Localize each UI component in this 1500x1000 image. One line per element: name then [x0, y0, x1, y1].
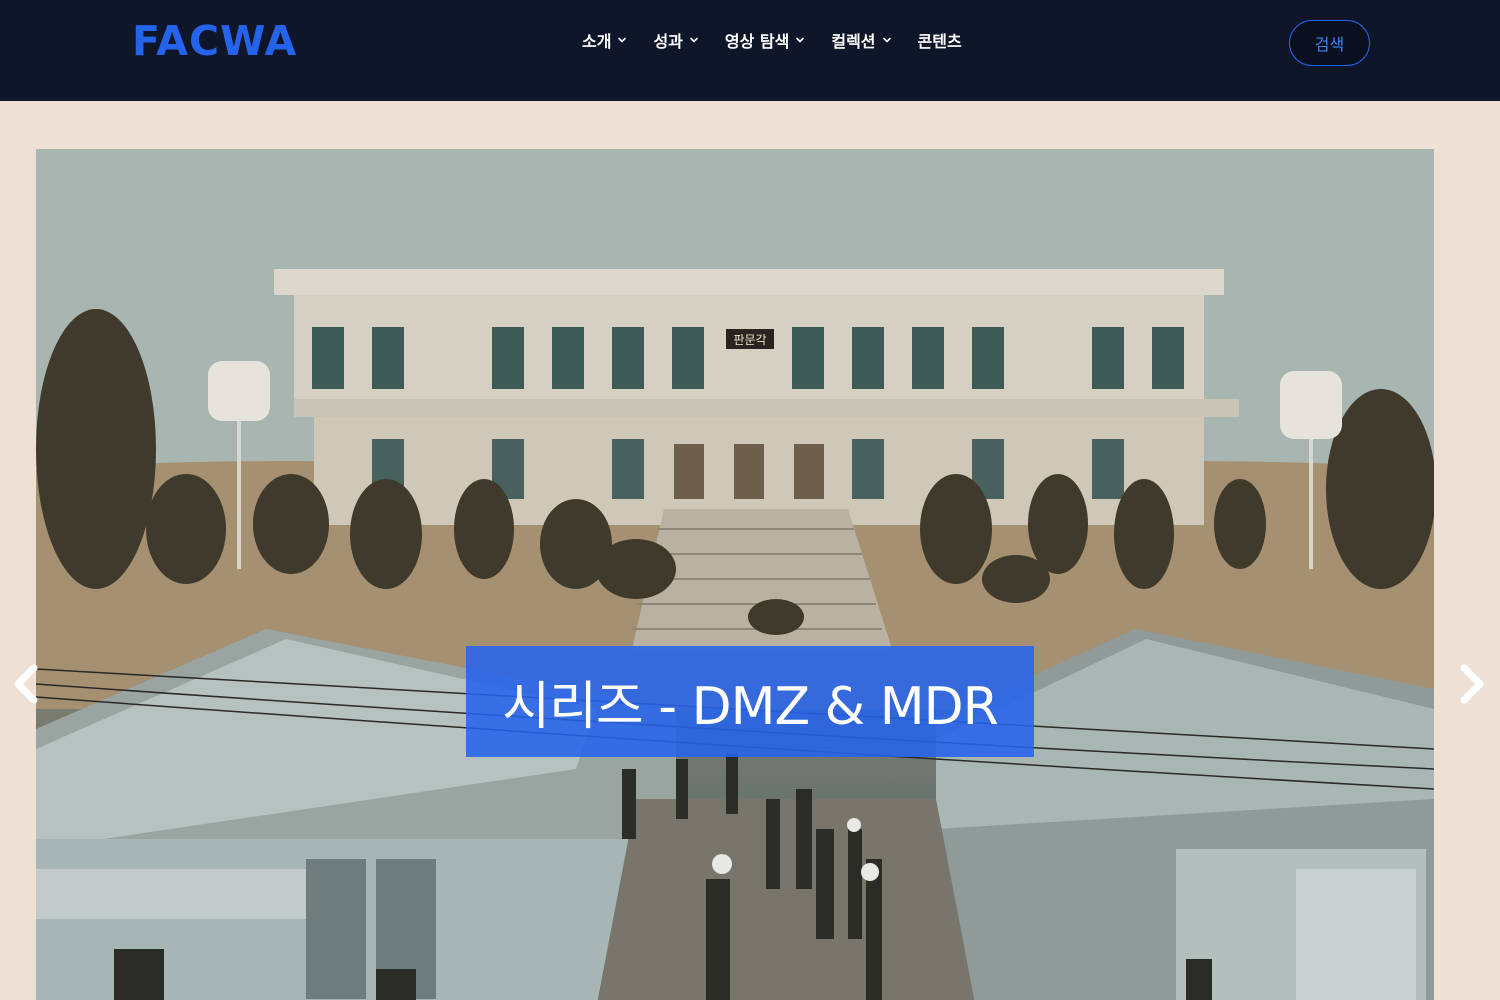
slide-caption[interactable]: 시리즈 - DMZ & MDR [466, 646, 1034, 757]
building-sign: 판문각 [733, 333, 766, 347]
chevron-down-icon [796, 37, 805, 43]
nav-item-label: 컬렉션 [831, 32, 876, 51]
nav-item-contents[interactable]: 콘텐츠 [918, 28, 962, 52]
site-logo[interactable]: FACWA [132, 18, 297, 64]
hero-photo: 판문각 [36, 149, 1434, 1000]
nav-item-video-explore[interactable]: 영상 탐색 [725, 28, 805, 52]
chevron-left-icon [14, 664, 38, 704]
search-button[interactable]: 검색 [1289, 20, 1370, 66]
hero-slider: 판문각 시리즈 - DMZ & MDR [0, 101, 1500, 1000]
nav-item-achievements[interactable]: 성과 [653, 28, 698, 52]
site-header: FACWA 소개 성과 영상 탐색 컬렉션 콘텐츠 검색 [0, 0, 1500, 101]
chevron-down-icon [690, 37, 698, 43]
slider-prev-button[interactable] [6, 654, 46, 714]
nav-item-label: 성과 [653, 32, 683, 51]
dmz-building-photo: 판문각 [36, 149, 1434, 1000]
chevron-down-icon [882, 37, 891, 43]
slider-next-button[interactable] [1452, 654, 1492, 714]
main-nav: 소개 성과 영상 탐색 컬렉션 콘텐츠 [582, 28, 962, 52]
nav-item-label: 소개 [582, 32, 612, 51]
nav-item-about[interactable]: 소개 [582, 28, 627, 52]
nav-item-label: 영상 탐색 [724, 32, 790, 51]
nav-item-collection[interactable]: 컬렉션 [831, 28, 891, 52]
nav-item-label: 콘텐츠 [917, 32, 962, 51]
chevron-down-icon [618, 37, 627, 43]
slide-caption-text: 시리즈 - DMZ & MDR [502, 677, 999, 737]
chevron-right-icon [1460, 664, 1484, 704]
